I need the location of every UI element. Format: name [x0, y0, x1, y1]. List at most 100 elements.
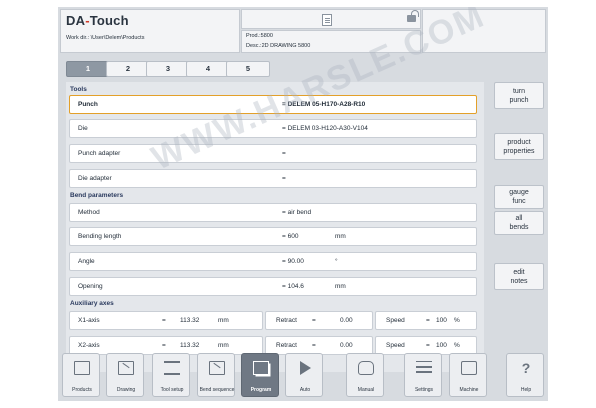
die-adapter-label: Die adapter — [78, 175, 112, 182]
x2-speed-unit: % — [454, 342, 460, 349]
x2-speed-label: Speed — [386, 342, 405, 349]
settings-icon — [416, 361, 432, 375]
x2-axis-value: 113.32 — [180, 342, 200, 349]
tab-1[interactable]: 1 — [66, 61, 110, 77]
x1-retract-field[interactable]: Retract = 0.00 — [265, 311, 373, 330]
angle-value: = 90.00 — [282, 258, 304, 265]
drawing-icon — [118, 361, 134, 375]
x2-retract-value: 0.00 — [340, 342, 353, 349]
machine-icon — [461, 361, 477, 375]
help-button[interactable]: ? Help — [506, 353, 544, 397]
opening-unit: mm — [335, 283, 346, 290]
bending-length-value: = 600 — [282, 233, 299, 240]
x1-retract-eq: = — [312, 317, 316, 324]
punch-label: Punch — [78, 101, 98, 108]
angle-unit: ° — [335, 258, 338, 265]
tab-4[interactable]: 4 — [186, 61, 230, 77]
x1-axis-unit: mm — [218, 317, 229, 324]
method-label: Method — [78, 209, 100, 216]
program-panel: Tools Punch = DELEM 05-H170-A28-R10 Die … — [66, 82, 484, 372]
x1-retract-label: Retract — [276, 317, 297, 324]
turn-punch-button[interactable]: turn punch — [494, 82, 544, 109]
punch-adapter-row[interactable]: Punch adapter = — [69, 144, 477, 163]
product-number: Prod.:5800 — [246, 33, 273, 39]
die-adapter-row[interactable]: Die adapter = — [69, 169, 477, 188]
x2-axis-unit: mm — [218, 342, 229, 349]
x1-speed-value: 100 — [436, 317, 447, 324]
die-row[interactable]: Die = DELEM 03-H120-A30-V104 — [69, 119, 477, 138]
x1-axis-eq: = — [162, 317, 166, 324]
die-adapter-value: = — [282, 175, 286, 182]
document-icon — [322, 14, 332, 26]
auto-button[interactable]: Auto — [285, 353, 323, 397]
bending-length-label: Bending length — [78, 233, 122, 240]
x2-speed-value: 100 — [436, 342, 447, 349]
x2-retract-label: Retract — [276, 342, 297, 349]
work-dir-label: Work dir.: \User\Delem\Products — [66, 35, 145, 41]
method-value: = air bend — [282, 209, 312, 216]
angle-label: Angle — [78, 258, 95, 265]
hand-icon — [358, 361, 374, 375]
help-icon: ? — [521, 360, 531, 376]
all-bends-button[interactable]: all bends — [494, 211, 544, 235]
bending-length-row[interactable]: Bending length = 600 mm — [69, 227, 477, 246]
x1-axis-field[interactable]: X1-axis = 113.32 mm — [69, 311, 263, 330]
punch-value: = DELEM 05-H170-A28-R10 — [282, 101, 366, 108]
x1-axis-label: X1-axis — [78, 317, 100, 324]
x2-axis-eq: = — [162, 342, 166, 349]
die-label: Die — [78, 125, 88, 132]
product-properties-button[interactable]: product properties — [494, 133, 544, 160]
x1-axis-row: X1-axis = 113.32 mm Retract = 0.00 Speed… — [69, 311, 477, 330]
app-logo: DA-Touch — [66, 13, 129, 28]
x1-speed-unit: % — [454, 317, 460, 324]
bend-sequence-icon — [209, 361, 225, 375]
product-info-box: DA-Touch Work dir.: \User\Delem\Products — [60, 9, 240, 53]
die-value: = DELEM 03-H120-A30-V104 — [282, 125, 368, 132]
x1-retract-value: 0.00 — [340, 317, 353, 324]
gauge-func-button[interactable]: gauge func — [494, 185, 544, 209]
tools-section-title: Tools — [70, 86, 87, 93]
play-icon — [300, 361, 311, 375]
status-box — [241, 9, 421, 29]
opening-row[interactable]: Opening = 104.6 mm — [69, 277, 477, 296]
method-row[interactable]: Method = air bend — [69, 203, 477, 222]
tab-5[interactable]: 5 — [226, 61, 270, 77]
folder-icon — [74, 361, 90, 375]
edit-notes-button[interactable]: edit notes — [494, 263, 544, 290]
punch-adapter-label: Punch adapter — [78, 150, 121, 157]
tab-3[interactable]: 3 — [146, 61, 190, 77]
da-touch-screen: DA-Touch Work dir.: \User\Delem\Products… — [58, 7, 548, 401]
settings-button[interactable]: Settings — [404, 353, 442, 397]
header: DA-Touch Work dir.: \User\Delem\Products… — [60, 9, 546, 53]
angle-row[interactable]: Angle = 90.00 ° — [69, 252, 477, 271]
products-button[interactable]: Products — [62, 353, 100, 397]
punch-adapter-value: = — [282, 150, 286, 157]
product-description: Desc.:2D DRAWING 5800 — [246, 43, 311, 49]
auxiliary-axes-section-title: Auxiliary axes — [70, 300, 114, 307]
bending-length-unit: mm — [335, 233, 346, 240]
tab-2[interactable]: 2 — [106, 61, 150, 77]
punch-row[interactable]: Punch = DELEM 05-H170-A28-R10 — [69, 95, 477, 114]
program-button[interactable]: Program — [241, 353, 279, 397]
program-icon — [253, 361, 269, 375]
drawing-button[interactable]: Drawing — [106, 353, 144, 397]
bend-sequence-button[interactable]: Bend sequence — [197, 353, 235, 397]
opening-label: Opening — [78, 283, 103, 290]
bottom-toolbar: Products Drawing Tool setup Bend sequenc… — [60, 353, 546, 399]
product-desc-box: Prod.:5800 Desc.:2D DRAWING 5800 — [241, 30, 421, 53]
header-right-box — [422, 9, 546, 53]
x2-axis-label: X2-axis — [78, 342, 100, 349]
x1-speed-field[interactable]: Speed = 100 % — [375, 311, 477, 330]
tool-setup-icon — [164, 361, 180, 375]
tool-setup-button[interactable]: Tool setup — [152, 353, 190, 397]
bend-parameters-section-title: Bend parameters — [70, 192, 124, 199]
x1-speed-label: Speed — [386, 317, 405, 324]
x2-retract-eq: = — [312, 342, 316, 349]
lock-icon[interactable] — [407, 10, 419, 22]
manual-button[interactable]: Manual — [346, 353, 384, 397]
x2-speed-eq: = — [426, 342, 430, 349]
x1-axis-value: 113.32 — [180, 317, 200, 324]
opening-value: = 104.6 — [282, 283, 304, 290]
x1-speed-eq: = — [426, 317, 430, 324]
machine-button[interactable]: Machine — [449, 353, 487, 397]
